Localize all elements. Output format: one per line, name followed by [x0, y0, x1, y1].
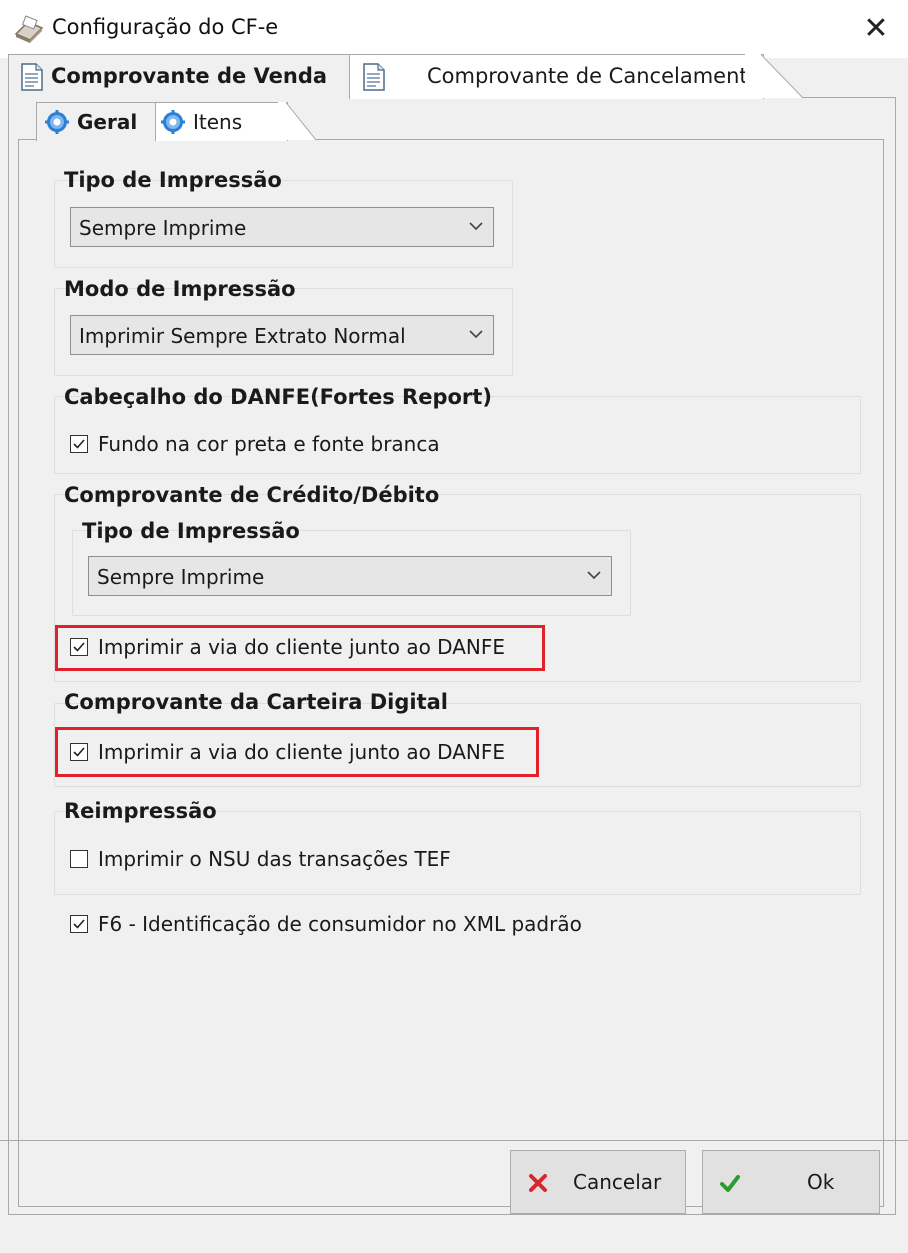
- config-window: Configuração do CF-e ✕ Comprovante de Ve…: [0, 0, 908, 1253]
- tab-geral[interactable]: Geral: [36, 102, 156, 141]
- checkbox-box[interactable]: [70, 638, 88, 656]
- chevron-down-icon: [469, 330, 483, 339]
- tab-comprovante-venda[interactable]: Comprovante de Venda: [8, 54, 350, 99]
- cabecalho-title: Cabeçalho do DANFE(Fortes Report): [64, 385, 492, 409]
- document-icon: [363, 63, 385, 91]
- modo-impressao-select[interactable]: Imprimir Sempre Extrato Normal: [70, 315, 494, 355]
- gear-icon: [45, 110, 69, 134]
- reimpressao-title: Reimpressão: [64, 799, 217, 823]
- button-label: Cancelar: [573, 1170, 662, 1194]
- carteira-digital-title: Comprovante da Carteira Digital: [64, 690, 448, 714]
- credito-debito-title: Comprovante de Crédito/Débito: [64, 483, 440, 507]
- printer-icon: [14, 15, 44, 43]
- select-value: Sempre Imprime: [79, 216, 247, 240]
- tab-edge: [278, 102, 317, 141]
- credito-tipo-title: Tipo de Impressão: [82, 519, 300, 543]
- tab-edge: [745, 54, 804, 99]
- checkbox-box[interactable]: [70, 915, 88, 933]
- button-label: Ok: [807, 1170, 835, 1194]
- close-button[interactable]: ✕: [850, 6, 902, 52]
- check-icon: [73, 747, 85, 757]
- checkbox-label: F6 - Identificação de consumidor no XML …: [98, 912, 582, 936]
- checkbox-label: Imprimir o NSU das transações TEF: [98, 847, 451, 871]
- window-title: Configuração do CF-e: [52, 15, 279, 39]
- credito-tipo-select[interactable]: Sempre Imprime: [88, 556, 612, 596]
- chevron-down-icon: [587, 571, 601, 580]
- select-value: Imprimir Sempre Extrato Normal: [79, 324, 406, 348]
- checkbox-label: Fundo na cor preta e fonte branca: [98, 432, 440, 456]
- title-bar: Configuração do CF-e ✕: [0, 0, 908, 58]
- tab-itens[interactable]: Itens: [152, 102, 288, 141]
- tab-comprovante-cancelamento[interactable]: Comprovante de Cancelamento: [342, 54, 764, 99]
- checkbox-label: Imprimir a via do cliente junto ao DANFE: [98, 740, 506, 764]
- checkbox-box[interactable]: [70, 850, 88, 868]
- tab-label: Comprovante de Venda: [51, 64, 328, 88]
- checkbox-label: Imprimir a via do cliente junto ao DANFE: [98, 635, 506, 659]
- x-icon: [529, 1174, 547, 1192]
- checkbox-box[interactable]: [70, 743, 88, 761]
- tab-label: Comprovante de Cancelamento: [427, 64, 761, 88]
- ok-button[interactable]: Ok: [702, 1150, 880, 1214]
- checkmark-icon: [720, 1175, 740, 1192]
- check-icon: [73, 919, 85, 929]
- gear-icon: [161, 110, 185, 134]
- document-icon: [21, 63, 43, 91]
- footer-divider: [0, 1140, 908, 1141]
- check-icon: [73, 642, 85, 652]
- chevron-down-icon: [469, 222, 483, 231]
- check-icon: [73, 439, 85, 449]
- modo-impressao-title: Modo de Impressão: [64, 277, 296, 301]
- checkbox-box[interactable]: [70, 435, 88, 453]
- close-icon: ✕: [863, 11, 889, 46]
- cancel-button[interactable]: Cancelar: [510, 1150, 686, 1214]
- select-value: Sempre Imprime: [97, 565, 265, 589]
- tab-label: Itens: [193, 110, 243, 134]
- tab-label: Geral: [77, 110, 138, 134]
- tipo-impressao-select[interactable]: Sempre Imprime: [70, 207, 494, 247]
- tipo-impressao-title: Tipo de Impressão: [64, 168, 282, 192]
